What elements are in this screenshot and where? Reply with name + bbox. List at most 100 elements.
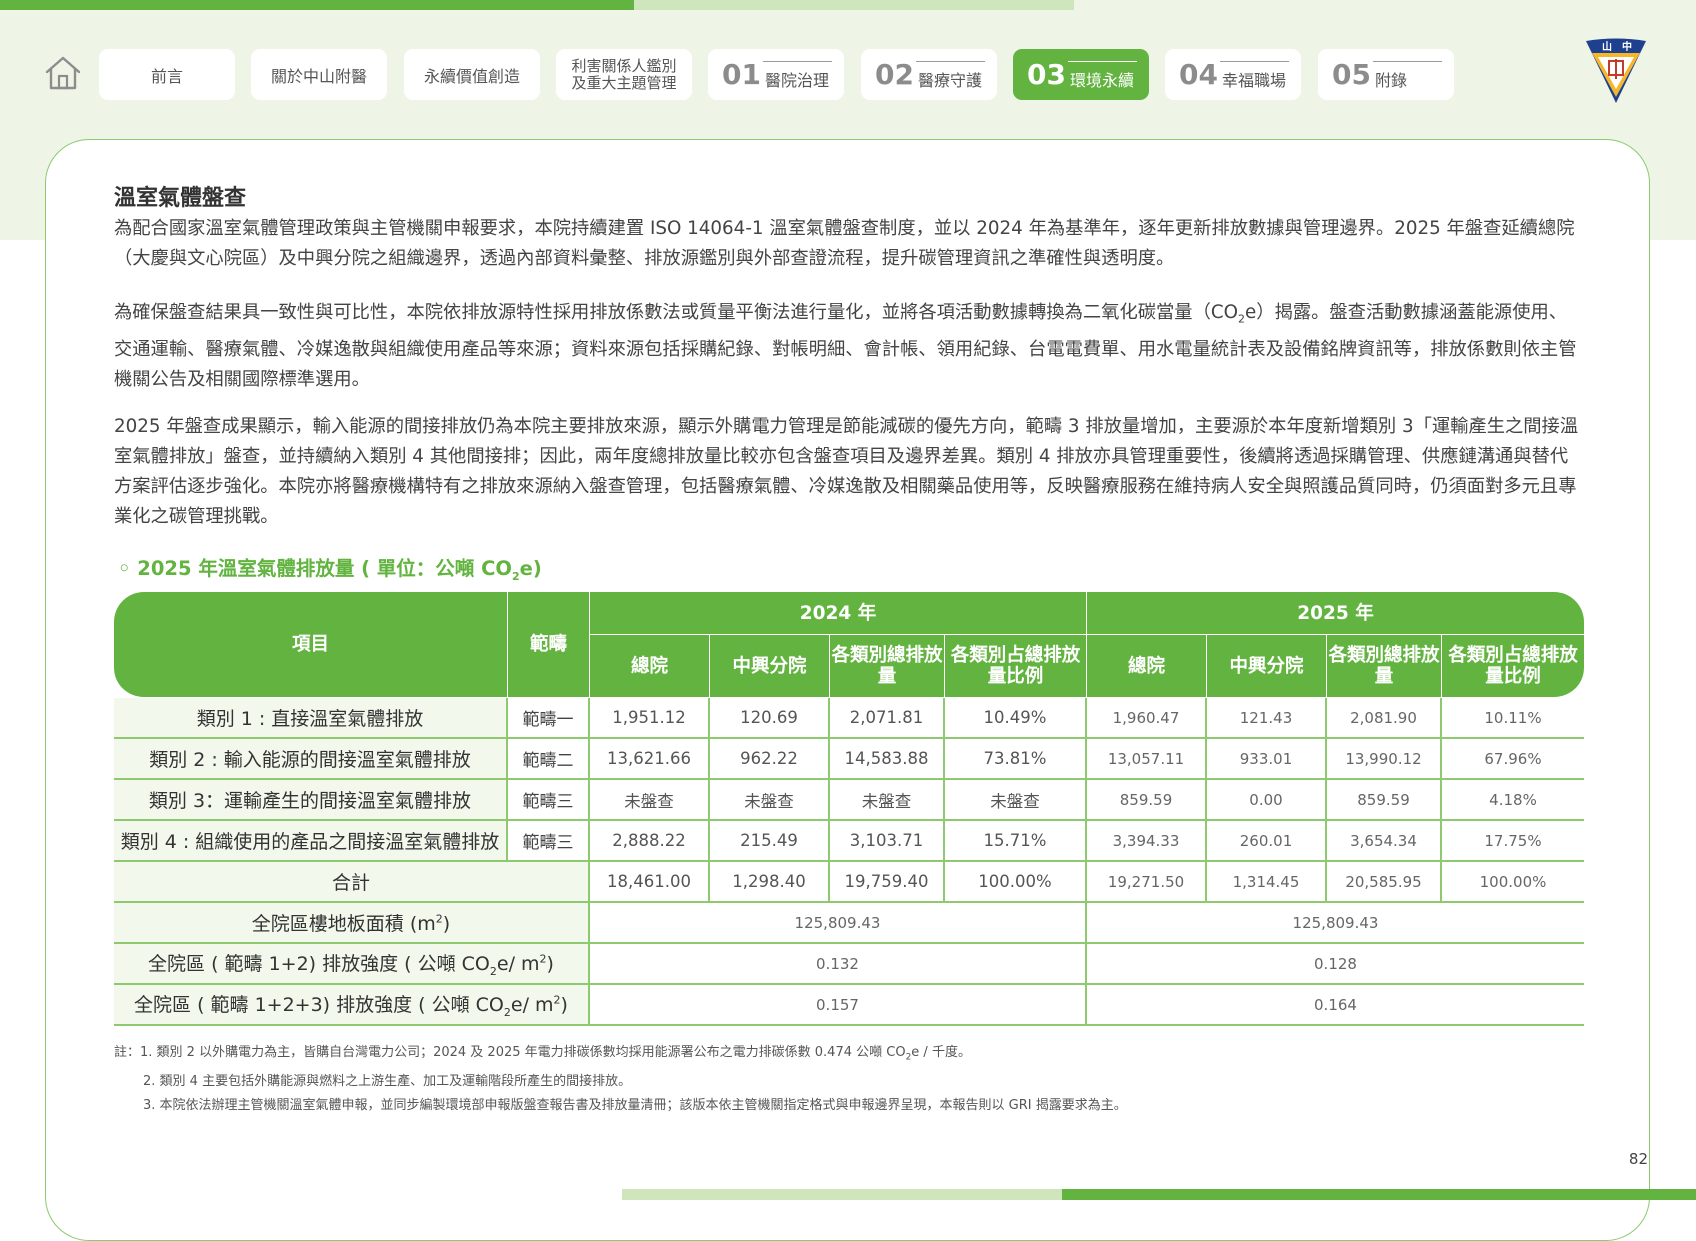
value-cell: 2,081.90	[1327, 698, 1442, 739]
value-cell: 0.00	[1207, 780, 1327, 821]
value-cell: 3,103.71	[830, 821, 945, 862]
table-row: 類別 2 : 輸入能源的間接溫室氣體排放 範疇二 13,621.66 962.22 14…	[114, 739, 1584, 780]
nav-label: 醫療守護	[917, 70, 982, 90]
header-year-2024: 2024 年	[590, 592, 1087, 635]
row-item-label: 類別 1 : 直接溫室氣體排放	[114, 698, 508, 739]
nav-label: 永續價值創造	[423, 66, 520, 86]
intro-paragraph: 為配合國家溫室氣體管理政策與主管機關申報要求，本院持續建置 ISO 14064-…	[114, 218, 1575, 269]
value-cell: 13,990.12	[1327, 739, 1442, 780]
intensity123-label: 全院區 ( 範疇 1+2+3) 排放強度 ( 公噸 CO2e/ m2)	[114, 985, 590, 1026]
top-accent-bar-light	[634, 0, 1074, 10]
value-cell: 100.00%	[945, 862, 1087, 903]
value-cell: 未盤查	[830, 780, 945, 821]
value-cell: 121.43	[1207, 698, 1327, 739]
floor-area-label: 全院區樓地板面積 (m2)	[114, 903, 590, 944]
value-cell: 15.71%	[945, 821, 1087, 862]
nav-label: 關於中山附醫	[270, 66, 367, 86]
value-cell: 3,654.34	[1327, 821, 1442, 862]
nav-label: 環境永續	[1069, 70, 1134, 90]
total-label: 合計	[114, 862, 590, 903]
row-scope: 範疇二	[508, 739, 590, 780]
table-row: 類別 3：運輸產生的間接溫室氣體排放 範疇三 未盤查 未盤查 未盤查 未盤查 859.59 0…	[114, 780, 1584, 821]
table-row-intensity12: 全院區 ( 範疇 1+2) 排放強度 ( 公噸 CO2e/ m2) 0.132 0.…	[114, 944, 1584, 985]
value-cell: 0.128	[1087, 944, 1584, 985]
svg-text:山: 山	[1602, 40, 1612, 53]
svg-text:中: 中	[1622, 40, 1632, 53]
value-cell: 17.75%	[1442, 821, 1584, 862]
footnote-3: 3. 本院依法辦理主管機關溫室氣體申報，並同步編製環境部申報版盤查報告書及排放量…	[143, 1097, 1127, 1113]
ghg-emissions-table: 項目 範疇 2024 年 2025 年 總院 中興分院 各類別總排放量 各類別占總排放…	[114, 592, 1584, 1026]
header-subcolumn: 總院	[590, 635, 710, 698]
hospital-logo[interactable]: 山 中	[1584, 37, 1648, 105]
nav-number: 05	[1332, 57, 1371, 91]
value-cell: 13,057.11	[1087, 739, 1207, 780]
nav-about[interactable]: 關於中山附醫	[251, 49, 387, 100]
nav-label: 幸福職場	[1221, 70, 1286, 90]
header-subcolumn: 中興分院	[1207, 635, 1327, 698]
nav-sustainable-value[interactable]: 永續價值創造	[404, 49, 540, 100]
nav-chapter-05[interactable]: 05 附錄	[1318, 49, 1454, 100]
value-cell: 1,314.45	[1207, 862, 1327, 903]
value-cell: 19,759.40	[830, 862, 945, 903]
nav-label: 附錄	[1374, 70, 1407, 90]
nav-chapter-03[interactable]: 03 環境永續	[1013, 49, 1149, 100]
value-cell: 10.49%	[945, 698, 1087, 739]
value-cell: 未盤查	[945, 780, 1087, 821]
row-item-label: 類別 3：運輸產生的間接溫室氣體排放	[114, 780, 508, 821]
header-subcolumn: 各類別占總排放量比例	[945, 635, 1087, 698]
section-title: 溫室氣體盤查	[114, 186, 247, 211]
table-row: 類別 1 : 直接溫室氣體排放 範疇一 1,951.12 120.69 2,071.81…	[114, 698, 1584, 739]
header-subcolumn: 各類別占總排放量比例	[1442, 635, 1584, 698]
top-accent-bar	[0, 0, 634, 10]
header-subcolumn: 中興分院	[710, 635, 830, 698]
value-cell: 125,809.43	[590, 903, 1087, 944]
value-cell: 73.81%	[945, 739, 1087, 780]
footnote-2: 2. 類別 4 主要包括外購能源與燃料之上游生產、加工及運輸階段所產生的間接排放…	[143, 1073, 632, 1089]
row-scope: 範疇三	[508, 821, 590, 862]
footnote-1: 註：1. 類別 2 以外購電力為主，皆購自台灣電力公司；2024 及 2025 …	[114, 1045, 971, 1063]
nav-label-line2: 及重大主題管理	[571, 73, 677, 92]
value-cell: 120.69	[710, 698, 830, 739]
home-icon[interactable]	[44, 54, 82, 92]
nav-label: 前言	[150, 66, 183, 86]
table-title: ◦ 2025 年溫室氣體排放量 ( 單位：公噸 CO2e)	[118, 557, 542, 583]
value-cell: 933.01	[1207, 739, 1327, 780]
value-cell: 1,960.47	[1087, 698, 1207, 739]
value-cell: 0.164	[1087, 985, 1584, 1026]
nav-label-line1: 利害關係人鑑別	[571, 56, 677, 75]
nav-divider	[916, 61, 985, 62]
header-subcolumn: 總院	[1087, 635, 1207, 698]
page-number: 82	[1628, 1150, 1648, 1168]
value-cell: 14,583.88	[830, 739, 945, 780]
value-cell: 1,951.12	[590, 698, 710, 739]
value-cell: 0.157	[590, 985, 1087, 1026]
value-cell: 4.18%	[1442, 780, 1584, 821]
value-cell: 19,271.50	[1087, 862, 1207, 903]
footnotes: 註：1. 類別 2 以外購電力為主，皆購自台灣電力公司；2024 及 2025 …	[114, 1041, 1127, 1118]
nav-number: 01	[722, 57, 761, 91]
nav-chapter-04[interactable]: 04 幸福職場	[1165, 49, 1301, 100]
header-item: 項目	[114, 592, 508, 698]
table-row-floor-area: 全院區樓地板面積 (m2) 125,809.43 125,809.43	[114, 903, 1584, 944]
table-row-total: 合計 18,461.00 1,298.40 19,759.40 100.00% 19,27…	[114, 862, 1584, 903]
value-cell: 18,461.00	[590, 862, 710, 903]
header-year-2025: 2025 年	[1087, 592, 1584, 635]
intensity12-label: 全院區 ( 範疇 1+2) 排放強度 ( 公噸 CO2e/ m2)	[114, 944, 590, 985]
value-cell: 2,888.22	[590, 821, 710, 862]
nav-label: 醫院治理	[764, 70, 829, 90]
bottom-accent-bar	[1062, 1189, 1696, 1200]
value-cell: 859.59	[1087, 780, 1207, 821]
nav-preface[interactable]: 前言	[99, 49, 235, 100]
nav-divider	[1220, 61, 1289, 62]
row-item-label: 類別 4 : 組織使用的產品之間接溫室氣體排放	[114, 821, 508, 862]
nav-chapter-01[interactable]: 01 醫院治理	[708, 49, 844, 100]
header-subcolumn: 各類別總排放量	[830, 635, 945, 698]
nav-number: 04	[1179, 57, 1218, 91]
value-cell: 0.132	[590, 944, 1087, 985]
nav-stakeholders[interactable]: 利害關係人鑑別 及重大主題管理	[556, 49, 692, 100]
nav-divider	[1068, 61, 1137, 62]
nav-chapter-02[interactable]: 02 醫療守護	[861, 49, 997, 100]
value-cell: 3,394.33	[1087, 821, 1207, 862]
header-scope: 範疇	[508, 592, 590, 698]
bottom-accent-bar-light	[622, 1189, 1062, 1200]
